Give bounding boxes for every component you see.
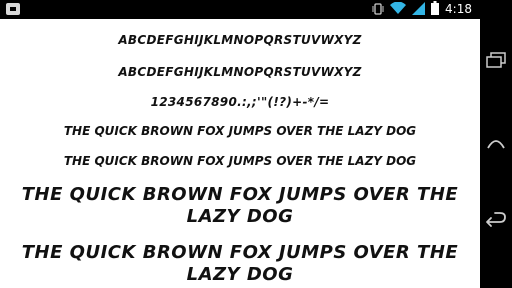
back-button[interactable] xyxy=(480,206,512,238)
battery-icon xyxy=(431,0,440,19)
pangram-sample-large: THE QUICK BROWN FOX JUMPS OVER THE LAZY … xyxy=(21,184,459,227)
pangram-sample-small: THE QUICK BROWN FOX JUMPS OVER THE LAZY … xyxy=(63,124,417,138)
back-arrow-icon xyxy=(485,212,507,232)
cell-signal-icon xyxy=(412,0,426,19)
uppercase-alphabet-sample: ABCDEFGHIJKLMNOPQRSTUVWXYZ xyxy=(118,33,362,47)
pangram-sample-medium: THE QUICK BROWN FOX JUMPS OVER THE LAZY … xyxy=(63,154,417,168)
status-icons: 4:18 xyxy=(372,0,480,19)
home-button[interactable] xyxy=(480,128,512,160)
notification-icon[interactable] xyxy=(6,3,20,15)
pangram-sample-xlarge: THE QUICK BROWN FOX JUMPS OVER THE LAZY … xyxy=(21,242,459,285)
navigation-bar xyxy=(480,0,512,288)
recent-apps-button[interactable] xyxy=(480,46,512,78)
font-preview-area: ABCDEFGHIJKLMNOPQRSTUVWXYZ ABCDEFGHIJKLM… xyxy=(0,19,480,288)
home-icon xyxy=(487,135,505,154)
vibrate-icon xyxy=(372,0,384,19)
clock-time: 4:18 xyxy=(445,2,472,16)
numbers-symbols-sample: 1234567890.:,;'"(!?)+-*/= xyxy=(150,95,330,109)
recent-apps-icon xyxy=(486,52,506,72)
wifi-icon xyxy=(390,0,407,19)
status-bar: 4:18 xyxy=(0,0,480,19)
lowercase-alphabet-sample: ABCDEFGHIJKLMNOPQRSTUVWXYZ xyxy=(118,65,362,79)
